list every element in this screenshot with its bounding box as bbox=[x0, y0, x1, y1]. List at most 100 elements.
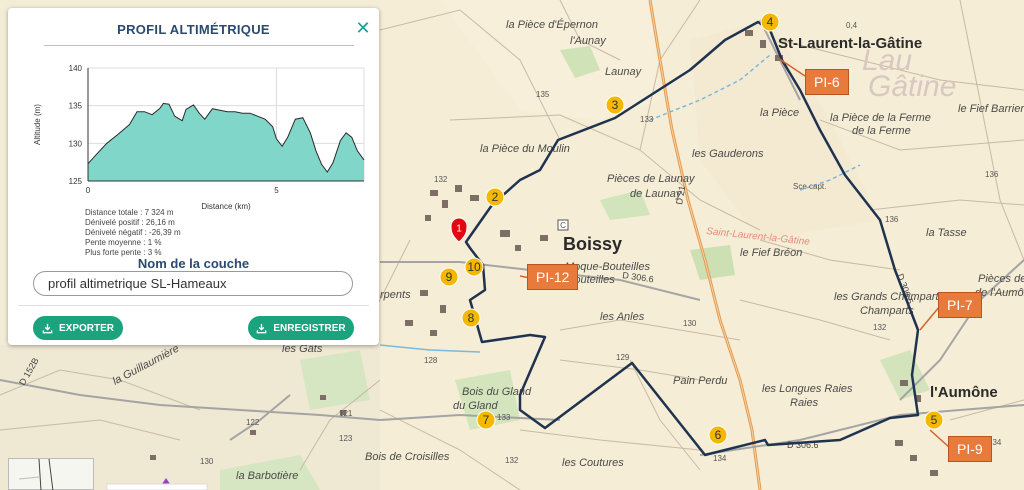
y-axis-label: Altitude (m) bbox=[33, 104, 42, 145]
poi-6[interactable]: 6 bbox=[708, 425, 728, 445]
altitude-label: 0,4 bbox=[846, 21, 858, 30]
y-tick-label: 125 bbox=[69, 177, 83, 186]
scale-bar bbox=[106, 483, 208, 490]
altitude-label: 132 bbox=[873, 323, 887, 332]
poi-9[interactable]: 9 bbox=[439, 267, 459, 287]
altitude-label: 121 bbox=[339, 409, 353, 418]
stat-positive-elevation: Dénivelé positif : 26,16 m bbox=[85, 218, 175, 227]
stat-average-slope: Pente moyenne : 1 % bbox=[85, 238, 162, 247]
svg-text:4: 4 bbox=[767, 15, 774, 29]
panel-title: PROFIL ALTIMÉTRIQUE bbox=[117, 22, 270, 37]
svg-text:Gâtine: Gâtine bbox=[868, 70, 956, 103]
x-axis-label: Distance (km) bbox=[201, 202, 251, 211]
place-label: du Gland bbox=[453, 400, 499, 412]
altitude-label: 135 bbox=[536, 90, 550, 99]
place-label: Bois de Croisilles bbox=[365, 451, 450, 463]
layer-name-label: Nom de la couche bbox=[137, 256, 250, 271]
export-label: EXPORTER bbox=[58, 322, 114, 334]
x-tick-label: 0 bbox=[86, 186, 91, 195]
download-icon bbox=[257, 323, 267, 333]
altitude-label: 133 bbox=[640, 115, 654, 124]
spring-label: Sce capt. bbox=[793, 182, 826, 191]
elevation-chart: 125 130 135 140 0 5 Distance (km) Altitude (m) bbox=[33, 64, 365, 211]
altitude-label: 123 bbox=[339, 434, 353, 443]
altitude-label: 136 bbox=[885, 215, 899, 224]
altitude-label: 134 bbox=[713, 454, 727, 463]
layer-name-input[interactable] bbox=[33, 271, 353, 296]
pi-tag-9[interactable]: PI-9 bbox=[948, 436, 992, 462]
x-tick-label: 5 bbox=[274, 186, 279, 195]
export-button[interactable]: EXPORTER bbox=[33, 316, 123, 340]
place-label: les Grands Champarts bbox=[834, 291, 945, 303]
poi-8[interactable]: 8 bbox=[461, 308, 481, 328]
place-label: la Pièce d'Épernon bbox=[506, 18, 598, 31]
y-tick-label: 135 bbox=[69, 102, 83, 111]
minimap[interactable] bbox=[8, 458, 94, 490]
stat-negative-elevation: Dénivelé négatif : -26,39 m bbox=[85, 228, 181, 237]
place-label: le Fief Bréon bbox=[740, 247, 802, 259]
poi-4[interactable]: 4 bbox=[760, 12, 780, 32]
place-label: Raies bbox=[790, 397, 819, 409]
y-tick-label: 130 bbox=[69, 139, 83, 148]
pi-tag-7[interactable]: PI-7 bbox=[938, 292, 982, 318]
place-label: Champarts bbox=[860, 305, 914, 317]
download-icon bbox=[42, 323, 53, 333]
svg-text:8: 8 bbox=[468, 311, 475, 325]
altitude-label: 132 bbox=[434, 175, 448, 184]
profile-stats: Distance totale : 7 324 m Dénivelé posit… bbox=[85, 208, 181, 258]
svg-text:2: 2 bbox=[492, 190, 499, 204]
poi-2[interactable]: 2 bbox=[485, 187, 505, 207]
save-label: ENREGISTRER bbox=[273, 322, 346, 334]
place-label: de la Ferme bbox=[852, 125, 911, 137]
place-label: les Anles bbox=[600, 311, 645, 323]
title-divider bbox=[44, 45, 354, 46]
place-label: de l'Aumône bbox=[975, 287, 1024, 299]
save-button[interactable]: ENREGISTRER bbox=[248, 316, 354, 340]
altitude-label: 130 bbox=[683, 319, 697, 328]
town-name: St-Laurent-la-Gâtine bbox=[778, 35, 922, 52]
place-label: Pièces de Launay bbox=[607, 173, 696, 185]
poi-7[interactable]: 7 bbox=[476, 410, 496, 430]
place-label: la Tasse bbox=[926, 227, 967, 239]
altitude-label: 133 bbox=[497, 413, 511, 422]
svg-text:10: 10 bbox=[467, 260, 481, 274]
svg-text:6: 6 bbox=[715, 428, 722, 442]
buttons-divider bbox=[18, 305, 369, 306]
elevation-area bbox=[88, 103, 364, 181]
place-label: les Longues Raies bbox=[762, 383, 853, 395]
y-tick-label: 140 bbox=[69, 64, 83, 73]
svg-text:7: 7 bbox=[483, 413, 490, 427]
svg-text:5: 5 bbox=[931, 413, 938, 427]
place-label: l'Aunay bbox=[570, 35, 607, 47]
svg-text:1: 1 bbox=[456, 224, 462, 235]
place-label: Pain Perdu bbox=[673, 375, 727, 387]
svg-text:3: 3 bbox=[612, 98, 619, 112]
place-label: rpents bbox=[380, 289, 411, 301]
altitude-label: 132 bbox=[505, 456, 519, 465]
town-name: Boissy bbox=[563, 234, 622, 254]
altitude-label: 130 bbox=[200, 457, 214, 466]
poi-5[interactable]: 5 bbox=[924, 410, 944, 430]
pi-tag-12[interactable]: PI-12 bbox=[527, 264, 579, 290]
altitude-label: 129 bbox=[616, 353, 630, 362]
close-icon[interactable]: ✕ bbox=[354, 19, 372, 37]
place-label: la Pièce de la Ferme bbox=[830, 112, 931, 124]
place-label: le Fief Barrier bbox=[958, 103, 1024, 115]
place-label: les Coutures bbox=[562, 457, 624, 469]
elevation-profile-panel: PROFIL ALTIMÉTRIQUE ✕ 125 130 135 140 0 5 Dist… bbox=[8, 8, 379, 345]
poi-10[interactable]: 10 bbox=[464, 257, 484, 277]
svg-text:9: 9 bbox=[446, 270, 453, 284]
svg-text:C: C bbox=[560, 221, 566, 230]
place-label: la Pièce bbox=[760, 107, 799, 119]
altitude-label: 136 bbox=[985, 170, 999, 179]
place-label: Launay bbox=[605, 66, 643, 78]
stat-total-distance: Distance totale : 7 324 m bbox=[85, 208, 174, 217]
pi-tag-6[interactable]: PI-6 bbox=[805, 69, 849, 95]
place-label: la Barbotière bbox=[236, 470, 298, 482]
poi-3[interactable]: 3 bbox=[605, 95, 625, 115]
town-name: l'Aumône bbox=[930, 384, 998, 401]
altitude-label: 128 bbox=[424, 356, 438, 365]
place-label: les Gauderons bbox=[692, 148, 764, 160]
altitude-label: 122 bbox=[246, 418, 260, 427]
place-label: Pièces de l'Aumône bbox=[978, 273, 1024, 285]
